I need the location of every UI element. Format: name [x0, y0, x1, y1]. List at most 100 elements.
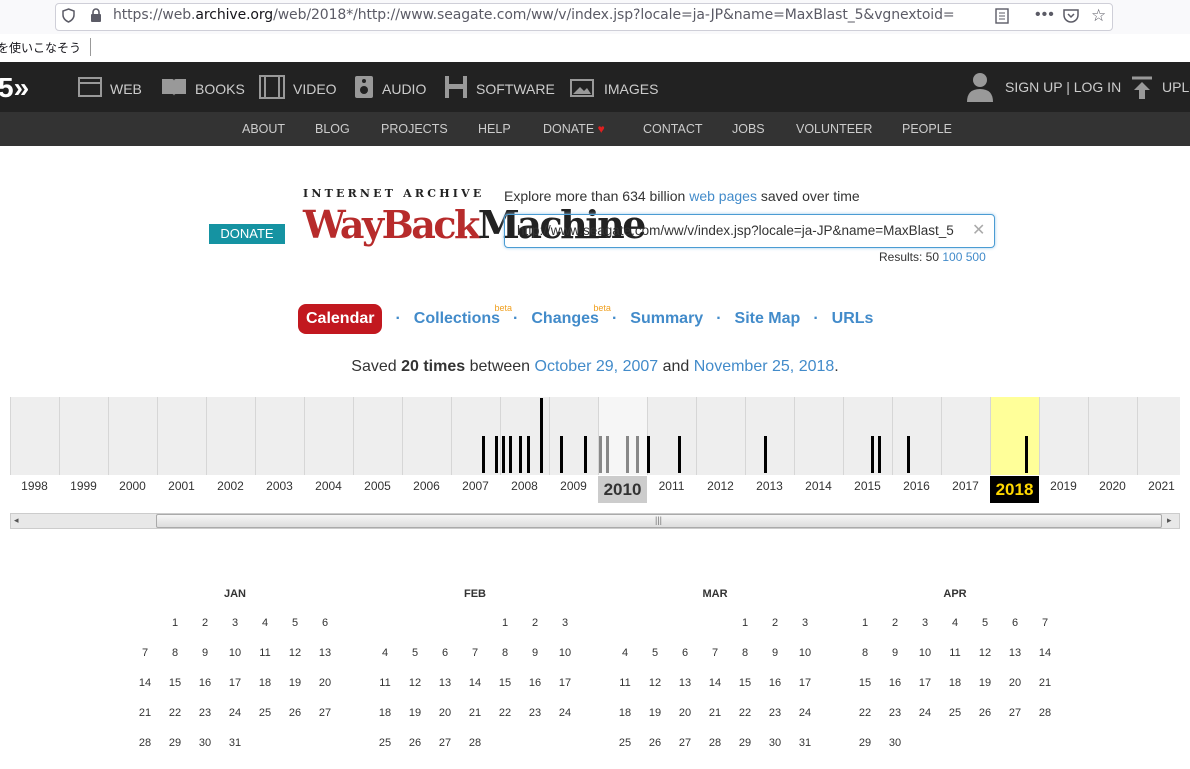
- capture-bar[interactable]: [599, 436, 602, 473]
- clear-icon[interactable]: ✕: [972, 220, 985, 240]
- year-label-2013[interactable]: 2013: [745, 479, 794, 493]
- subnav-volunteer[interactable]: VOLUNTEER: [796, 122, 872, 136]
- year-column-2001[interactable]: [157, 397, 206, 475]
- year-label-1999[interactable]: 1999: [59, 479, 108, 493]
- results-500-link[interactable]: 500: [966, 250, 986, 264]
- signup-login-link[interactable]: SIGN UP | LOG IN: [1005, 79, 1121, 95]
- subnav-blog[interactable]: BLOG: [315, 122, 350, 136]
- subnav-about[interactable]: ABOUT: [242, 122, 285, 136]
- capture-bar[interactable]: [527, 436, 530, 473]
- year-label-2008[interactable]: 2008: [500, 479, 549, 493]
- capture-bar[interactable]: [764, 436, 767, 473]
- capture-bar[interactable]: [495, 436, 498, 473]
- tab-changes[interactable]: Changes beta: [531, 303, 611, 328]
- more-icon[interactable]: •••: [1035, 6, 1055, 24]
- year-label-2014[interactable]: 2014: [794, 479, 843, 493]
- year-label-2021[interactable]: 2021: [1137, 479, 1186, 493]
- last-capture-link[interactable]: November 25, 2018: [694, 358, 835, 375]
- year-column-2007[interactable]: [451, 397, 500, 475]
- year-column-2015[interactable]: [843, 397, 892, 475]
- capture-bar[interactable]: [606, 436, 609, 473]
- year-column-2016[interactable]: [892, 397, 941, 475]
- year-label-2005[interactable]: 2005: [353, 479, 402, 493]
- year-column-2004[interactable]: [304, 397, 353, 475]
- nav-images[interactable]: IMAGES: [570, 77, 658, 100]
- capture-bar[interactable]: [871, 436, 874, 473]
- lock-icon[interactable]: [90, 8, 102, 27]
- scroll-left-icon[interactable]: ◂: [14, 515, 19, 526]
- pocket-icon[interactable]: [1063, 8, 1079, 27]
- url-search-value[interactable]: http://www.seagate.com/ww/v/index.jsp?lo…: [517, 223, 962, 238]
- tab-summary[interactable]: Summary: [630, 310, 703, 328]
- bookmark-star-icon[interactable]: ☆: [1091, 6, 1106, 26]
- year-label-2010[interactable]: 2010: [598, 476, 647, 503]
- results-100-link[interactable]: 100: [942, 250, 962, 264]
- year-label-2001[interactable]: 2001: [157, 479, 206, 493]
- first-capture-link[interactable]: October 29, 2007: [535, 358, 659, 375]
- year-label-2019[interactable]: 2019: [1039, 479, 1088, 493]
- subnav-contact[interactable]: CONTACT: [643, 122, 703, 136]
- year-sparkline[interactable]: [10, 397, 1180, 475]
- year-label-2002[interactable]: 2002: [206, 479, 255, 493]
- year-column-2012[interactable]: [696, 397, 745, 475]
- capture-bar[interactable]: [878, 436, 881, 473]
- nav-audio[interactable]: AUDIO: [354, 75, 426, 102]
- year-label-2004[interactable]: 2004: [304, 479, 353, 493]
- year-label-2000[interactable]: 2000: [108, 479, 157, 493]
- capture-bar[interactable]: [482, 436, 485, 473]
- year-label-2009[interactable]: 2009: [549, 479, 598, 493]
- tab-site-map[interactable]: Site Map: [735, 310, 801, 328]
- year-column-2013[interactable]: [745, 397, 794, 475]
- capture-bar[interactable]: [519, 436, 522, 473]
- capture-bar[interactable]: [636, 436, 639, 473]
- tab-collections[interactable]: Collections beta: [414, 303, 512, 328]
- capture-bar[interactable]: [540, 398, 543, 473]
- subnav-donate[interactable]: DONATE ♥: [543, 122, 605, 136]
- year-label-2017[interactable]: 2017: [941, 479, 990, 493]
- nav-books[interactable]: BOOKS: [161, 77, 245, 100]
- year-column-2002[interactable]: [206, 397, 255, 475]
- capture-bar[interactable]: [647, 436, 650, 473]
- url-text[interactable]: https://web.archive.org/web/2018*/http:/…: [113, 7, 1013, 23]
- year-column-2018[interactable]: [990, 397, 1039, 475]
- web-pages-link[interactable]: web pages: [689, 188, 757, 204]
- year-column-2000[interactable]: [108, 397, 157, 475]
- year-label-2007[interactable]: 2007: [451, 479, 500, 493]
- ia-logo[interactable]: 5»: [0, 72, 29, 104]
- year-label-2015[interactable]: 2015: [843, 479, 892, 493]
- year-label-2020[interactable]: 2020: [1088, 479, 1137, 493]
- year-label-2012[interactable]: 2012: [696, 479, 745, 493]
- year-column-2011[interactable]: [647, 397, 696, 475]
- year-label-2018[interactable]: 2018: [990, 476, 1039, 503]
- capture-bar[interactable]: [560, 436, 563, 473]
- capture-bar[interactable]: [502, 436, 505, 473]
- year-column-2005[interactable]: [353, 397, 402, 475]
- year-column-1999[interactable]: [59, 397, 108, 475]
- year-column-2021[interactable]: [1137, 397, 1186, 475]
- tab-calendar[interactable]: Calendar: [298, 304, 383, 334]
- tab-urls[interactable]: URLs: [832, 310, 874, 328]
- donate-button[interactable]: DONATE: [209, 224, 285, 244]
- upload-link[interactable]: UPLO: [1162, 79, 1190, 95]
- subnav-people[interactable]: PEOPLE: [902, 122, 952, 136]
- subnav-help[interactable]: HELP: [478, 122, 511, 136]
- year-column-2014[interactable]: [794, 397, 843, 475]
- scroll-right-icon[interactable]: ▸: [1167, 515, 1172, 526]
- year-column-2017[interactable]: [941, 397, 990, 475]
- nav-video[interactable]: VIDEO: [259, 75, 337, 102]
- reader-view-icon[interactable]: [995, 8, 1009, 28]
- year-label-2003[interactable]: 2003: [255, 479, 304, 493]
- user-icon[interactable]: [966, 71, 994, 108]
- year-label-2016[interactable]: 2016: [892, 479, 941, 493]
- capture-bar[interactable]: [584, 436, 587, 473]
- year-label-1998[interactable]: 1998: [10, 479, 59, 493]
- year-label-2011[interactable]: 2011: [647, 479, 696, 493]
- year-column-2009[interactable]: [549, 397, 598, 475]
- subnav-jobs[interactable]: JOBS: [732, 122, 765, 136]
- subnav-projects[interactable]: PROJECTS: [381, 122, 448, 136]
- year-label-2006[interactable]: 2006: [402, 479, 451, 493]
- year-column-2006[interactable]: [402, 397, 451, 475]
- capture-bar[interactable]: [626, 436, 629, 473]
- year-column-2003[interactable]: [255, 397, 304, 475]
- capture-bar[interactable]: [1025, 436, 1028, 473]
